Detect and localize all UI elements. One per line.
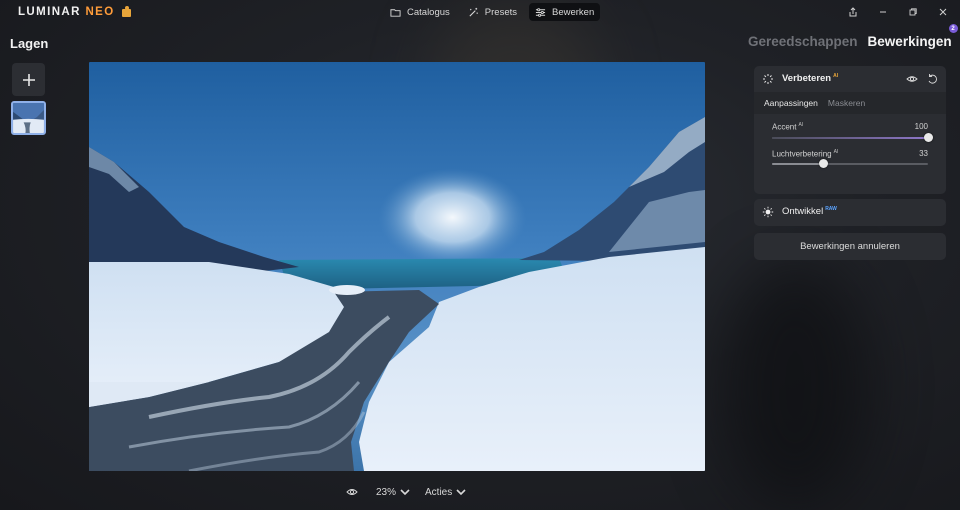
enhance-subtabs: Aanpassingen Maskeren [754, 92, 946, 114]
photo-canvas[interactable] [89, 62, 705, 471]
plus-icon [22, 73, 35, 86]
nav-presets[interactable]: Presets [462, 3, 523, 21]
sliders-icon [535, 7, 546, 17]
actions-label: Acties [425, 486, 453, 498]
layer-thumbnail[interactable] [11, 101, 46, 135]
slider-accent-track[interactable] [772, 132, 933, 142]
slider-accent-value[interactable]: 100 [915, 122, 928, 132]
preview-toggle[interactable] [346, 486, 358, 498]
enhance-header[interactable]: Verbeteren AI [754, 66, 946, 92]
logo-text: LUMINAR NEO [18, 6, 115, 18]
eye-icon [346, 489, 358, 495]
edits-count-badge: 2 [948, 24, 958, 33]
develop-title: Ontwikkel RAW [782, 206, 837, 218]
actions-dropdown[interactable]: Acties [425, 486, 467, 498]
right-panel-tabs: Gereedschappen Bewerkingen 2 [748, 24, 958, 49]
layer-thumbnail-image [13, 103, 44, 133]
subtab-adjustments[interactable]: Aanpassingen [764, 98, 818, 108]
main-nav: Catalogus Presets Bewerken [384, 3, 601, 21]
chevron-down-icon [400, 489, 410, 496]
bottom-toolbar: 23% Acties [346, 486, 467, 498]
nav-bewerken[interactable]: Bewerken [529, 3, 601, 21]
slider-accent-fill [772, 136, 928, 139]
develop-header[interactable]: Ontwikkel RAW [754, 199, 946, 225]
chevron-down-icon [456, 489, 466, 496]
subtab-masking[interactable]: Maskeren [828, 98, 865, 108]
window-controls [846, 5, 950, 19]
slider-sky-enhance: Luchtverbetering AI 33 [772, 148, 928, 169]
slider-accent: Accent AI 100 [772, 122, 933, 142]
sun-icon [762, 206, 774, 218]
slider-sky-enhance-thumb[interactable] [819, 159, 829, 169]
nav-label: Presets [484, 6, 517, 18]
slider-sky-enhance-value[interactable]: 33 [919, 149, 928, 159]
minimize-icon[interactable] [876, 5, 890, 19]
nav-label: Catalogus [407, 6, 450, 18]
tab-edits[interactable]: Bewerkingen 2 [867, 24, 958, 49]
develop-card[interactable]: Ontwikkel RAW [754, 199, 946, 226]
landscape-photo [89, 62, 705, 471]
slider-sky-enhance-label: Luchtverbetering AI [772, 148, 839, 159]
nav-label: Bewerken [552, 6, 595, 18]
background-blur [720, 260, 870, 510]
slider-sky-enhance-fill [772, 163, 824, 166]
top-bar: LUMINAR NEO Catalogus Presets Bewerken [0, 0, 960, 26]
restore-icon[interactable] [906, 5, 920, 19]
zoom-value: 23% [376, 486, 397, 498]
visibility-icon[interactable] [906, 73, 918, 85]
enhance-sliders: Accent AI 100 Luchtverbetering AI 33 [754, 114, 946, 183]
enhance-sparkle-icon [762, 73, 774, 85]
folder-icon [390, 8, 401, 17]
slider-accent-label: Accent AI [772, 122, 804, 132]
cancel-edits-button[interactable]: Bewerkingen annuleren [754, 233, 946, 260]
magic-wand-icon [469, 7, 478, 17]
share-icon[interactable] [846, 5, 860, 19]
enhance-title: Verbeteren AI [782, 73, 839, 85]
tab-edits-label: Bewerkingen [867, 34, 952, 49]
enhance-card: Verbeteren AI Aanpassingen Maskeren Accen… [754, 66, 946, 194]
layers-title: Lagen [10, 36, 49, 51]
close-icon[interactable] [936, 5, 950, 19]
slider-accent-thumb[interactable] [924, 132, 933, 142]
zoom-dropdown[interactable]: 23% [376, 486, 411, 498]
add-layer-button[interactable] [12, 63, 45, 96]
extensions-icon[interactable] [121, 6, 133, 18]
reset-icon[interactable] [926, 73, 938, 85]
slider-sky-enhance-track[interactable] [772, 159, 928, 169]
app-logo: LUMINAR NEO [18, 6, 133, 18]
nav-catalogus[interactable]: Catalogus [384, 3, 456, 21]
tab-tools[interactable]: Gereedschappen [748, 34, 858, 49]
